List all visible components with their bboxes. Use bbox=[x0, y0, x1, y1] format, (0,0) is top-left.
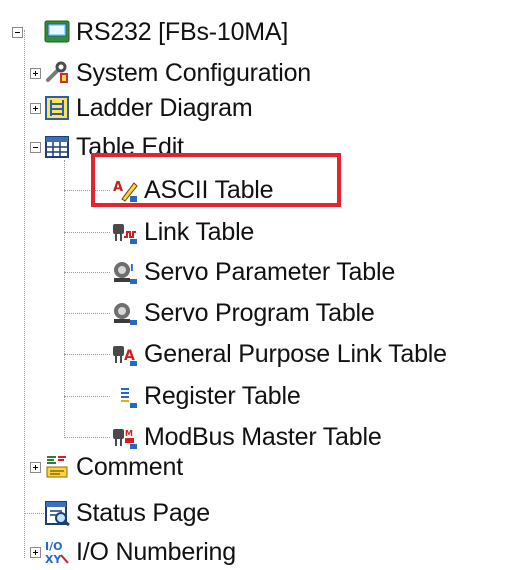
tree-node-status-page[interactable]: Status Page bbox=[44, 495, 210, 531]
expand-comment-button[interactable] bbox=[30, 462, 41, 473]
tree-node-label: I/O Numbering bbox=[76, 538, 236, 566]
svg-text:I/O: I/O bbox=[45, 540, 62, 553]
tree-line bbox=[64, 272, 110, 273]
tree-line bbox=[64, 232, 110, 233]
tree-node-label: Ladder Diagram bbox=[76, 94, 253, 122]
expand-system-configuration-button[interactable] bbox=[30, 68, 41, 79]
expand-io-numbering-button[interactable] bbox=[30, 547, 41, 558]
tree-node-label: Link Table bbox=[144, 218, 255, 246]
io-numbering-icon: I/O XY bbox=[45, 540, 69, 565]
svg-text:M: M bbox=[125, 429, 133, 438]
tree-node-ladder-diagram[interactable]: Ladder Diagram bbox=[44, 90, 253, 126]
system-configuration-icon bbox=[46, 61, 68, 83]
tree-node-label: Servo Parameter Table bbox=[144, 258, 396, 286]
register-table-icon bbox=[121, 388, 137, 408]
tree-node-io-numbering[interactable]: I/O XY I/O Numbering bbox=[44, 534, 236, 570]
plc-device-icon bbox=[44, 20, 70, 43]
tree-line-root bbox=[24, 30, 25, 558]
tree-node-system-configuration[interactable]: System Configuration bbox=[44, 55, 311, 91]
link-table-icon bbox=[113, 224, 137, 244]
servo-parameter-table-icon: I bbox=[114, 262, 137, 284]
status-page-icon bbox=[45, 501, 70, 526]
tree-line bbox=[64, 396, 110, 397]
comment-icon bbox=[46, 456, 68, 478]
collapse-root-button[interactable] bbox=[12, 27, 23, 38]
tree-node-label: Servo Program Table bbox=[144, 299, 375, 327]
ladder-diagram-icon bbox=[45, 96, 69, 120]
project-tree: RS232 [FBs-10MA] System Configuration La… bbox=[0, 0, 523, 569]
table-edit-icon bbox=[45, 136, 69, 158]
tree-line bbox=[64, 437, 110, 438]
tree-node-label: Register Table bbox=[144, 382, 301, 410]
highlight-box bbox=[91, 153, 341, 207]
svg-text:I: I bbox=[130, 263, 134, 274]
tree-root-node[interactable]: RS232 [FBs-10MA] bbox=[44, 14, 288, 50]
tree-line bbox=[24, 513, 44, 514]
svg-text:XY: XY bbox=[45, 553, 62, 565]
tree-node-servo-parameter-table[interactable]: I Servo Parameter Table bbox=[112, 254, 395, 290]
tree-node-label: Comment bbox=[76, 453, 183, 481]
tree-node-label: RS232 [FBs-10MA] bbox=[76, 18, 289, 46]
collapse-table-edit-button[interactable] bbox=[30, 142, 41, 153]
tree-node-link-table[interactable]: Link Table bbox=[112, 214, 254, 250]
tree-node-label: Status Page bbox=[76, 499, 211, 527]
tree-node-label: System Configuration bbox=[76, 59, 312, 87]
general-purpose-link-table-icon: A bbox=[113, 346, 137, 366]
tree-line bbox=[64, 354, 110, 355]
tree-node-general-purpose-link-table[interactable]: A General Purpose Link Table bbox=[112, 336, 447, 372]
servo-program-table-icon bbox=[114, 303, 137, 325]
tree-node-servo-program-table[interactable]: Servo Program Table bbox=[112, 295, 375, 331]
tree-node-register-table[interactable]: Register Table bbox=[112, 378, 301, 414]
tree-line bbox=[64, 313, 110, 314]
tree-node-label: General Purpose Link Table bbox=[144, 340, 447, 368]
modbus-master-table-icon: M bbox=[113, 429, 137, 449]
expand-ladder-diagram-button[interactable] bbox=[30, 103, 41, 114]
tree-node-comment[interactable]: Comment bbox=[44, 449, 183, 485]
